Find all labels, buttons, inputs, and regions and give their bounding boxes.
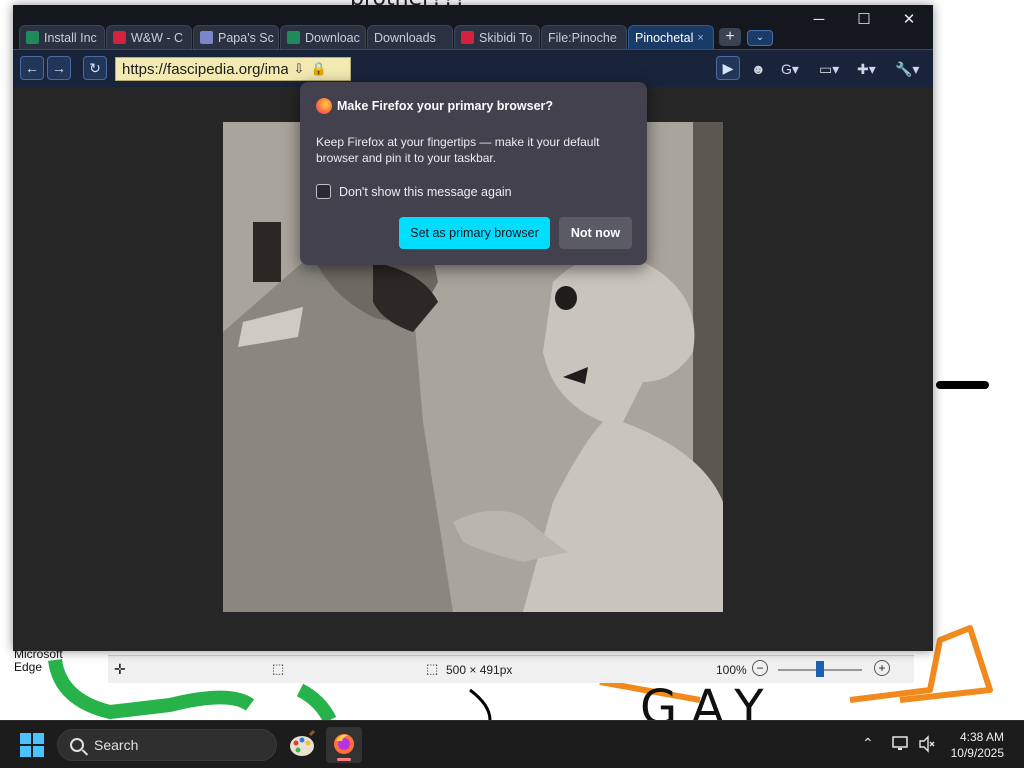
paint-app-icon[interactable] — [284, 727, 320, 763]
checkbox-label: Don't show this message again — [339, 184, 512, 199]
minimize-button[interactable]: ─ — [797, 9, 841, 31]
canvas-size-icon: ⬚ — [426, 661, 439, 676]
speaker-icon — [919, 735, 935, 753]
tab-label: Papa's Sc — [218, 30, 274, 45]
address-bar[interactable]: https://fascipedia.org/ima ⇩ 🔒 — [115, 57, 351, 81]
extension-icon[interactable]: ☻ — [751, 58, 766, 80]
monitor-icon — [892, 736, 908, 750]
windows-logo-quad — [33, 733, 44, 744]
default-browser-popup: Make Firefox your primary browser? Keep … — [300, 82, 647, 265]
popup-title-row: Make Firefox your primary browser? — [316, 98, 553, 114]
volume-muted-icon[interactable] — [918, 735, 936, 756]
tab-label: Downloads — [374, 30, 436, 45]
reload-button[interactable]: ↻ — [83, 56, 107, 80]
taskbar: Search ⌃ 4:38 AM 10/9/2025 — [0, 720, 1024, 768]
tab-strip: Install Inc W&W - C Papa's Sc Downloac Downl… — [19, 25, 773, 49]
url-text: https://fascipedia.org/ima — [122, 60, 288, 78]
not-now-button[interactable]: Not now — [559, 217, 632, 249]
tools-wrench-icon[interactable]: 🔧▾ — [895, 58, 919, 80]
tab-close-icon[interactable]: × — [697, 32, 703, 44]
tab-favicon-icon — [287, 31, 300, 44]
checkbox-box[interactable] — [316, 184, 331, 199]
system-clock[interactable]: 4:38 AM 10/9/2025 — [951, 729, 1004, 761]
maximize-button[interactable]: ☐ — [842, 9, 886, 31]
tab-0[interactable]: Install Inc — [19, 25, 105, 49]
tab-6[interactable]: File:Pinoche — [541, 25, 627, 49]
tab-label: Install Inc — [44, 30, 97, 45]
search-placeholder: Search — [94, 737, 139, 753]
tab-2[interactable]: Papa's Sc — [193, 25, 279, 49]
tab-favicon-icon — [461, 31, 474, 44]
popup-title: Make Firefox your primary browser? — [337, 99, 554, 113]
download-icon[interactable]: ⇩ — [290, 61, 308, 77]
close-button[interactable]: ✕ — [887, 9, 931, 31]
zoom-in-button[interactable]: + — [874, 660, 890, 676]
set-primary-browser-button[interactable]: Set as primary browser — [399, 217, 550, 249]
tab-label: Pinochetal — [635, 30, 694, 45]
zoom-out-button[interactable]: − — [752, 660, 768, 676]
tab-4[interactable]: Downloads — [367, 25, 453, 49]
tab-list-button[interactable]: ⌄ — [747, 30, 773, 46]
page-menu-icon[interactable]: ▭▾ — [819, 58, 839, 80]
edge-label-line2: Edge — [14, 660, 43, 674]
new-tab-button[interactable]: + — [719, 28, 741, 46]
google-search-icon[interactable]: G▾ — [781, 58, 799, 80]
search-icon — [70, 738, 84, 752]
popup-body-text: Keep Firefox at your fingertips — make i… — [316, 135, 600, 165]
windows-logo-quad — [20, 733, 31, 744]
move-cursor-icon: ✛ — [114, 661, 126, 677]
tray-overflow-chevron[interactable]: ⌃ — [862, 735, 874, 752]
firefox-icon — [334, 734, 354, 761]
tab-label: W&W - C — [131, 30, 184, 45]
tab-favicon-icon — [200, 31, 213, 44]
paint-status-bar: ✛ ⬚ ⬚ 500 × 491px 100% − + — [108, 655, 914, 683]
tab-label: Downloac — [305, 30, 360, 45]
title-bar: ─ ☐ ✕ Install Inc W&W - C Papa's Sc Downloa… — [13, 5, 933, 49]
start-button[interactable] — [20, 733, 44, 757]
dont-show-again-checkbox[interactable]: Don't show this message again — [316, 184, 512, 199]
windows-logo-quad — [33, 746, 44, 757]
forward-button[interactable]: → — [47, 56, 71, 80]
taskbar-search-box[interactable]: Search — [57, 729, 277, 761]
desktop-shortcut-edge-label[interactable]: Microsoft Edge — [14, 648, 63, 674]
firefox-logo-icon — [316, 98, 332, 114]
network-icon[interactable] — [892, 735, 910, 756]
scribble-text-bottom: GAY — [640, 680, 778, 720]
zoom-slider-thumb[interactable] — [816, 661, 824, 677]
clock-time: 4:38 AM — [959, 730, 1004, 744]
selection-size-icon: ⬚ — [272, 661, 285, 676]
tab-5[interactable]: Skibidi To — [454, 25, 540, 49]
windows-logo-quad — [20, 746, 31, 757]
tab-7[interactable]: Pinochetal × — [628, 25, 714, 49]
tab-label: File:Pinoche — [548, 30, 617, 45]
tab-1[interactable]: W&W - C — [106, 25, 192, 49]
back-button[interactable]: ← — [20, 56, 44, 80]
lock-icon[interactable]: 🔒 — [310, 61, 328, 77]
tab-3[interactable]: Downloac — [280, 25, 366, 49]
tab-favicon-icon — [26, 31, 39, 44]
palette-icon — [290, 729, 316, 756]
addons-icon[interactable]: ✚▾ — [857, 58, 876, 80]
canvas-dimensions: 500 × 491px — [446, 663, 513, 677]
tab-label: Skibidi To — [479, 30, 533, 45]
firefox-taskbar-icon[interactable] — [326, 727, 362, 763]
tab-favicon-icon — [113, 31, 126, 44]
clock-date: 10/9/2025 — [950, 746, 1004, 760]
zoom-level: 100% — [716, 663, 747, 677]
go-button[interactable]: ▶ — [716, 56, 740, 80]
